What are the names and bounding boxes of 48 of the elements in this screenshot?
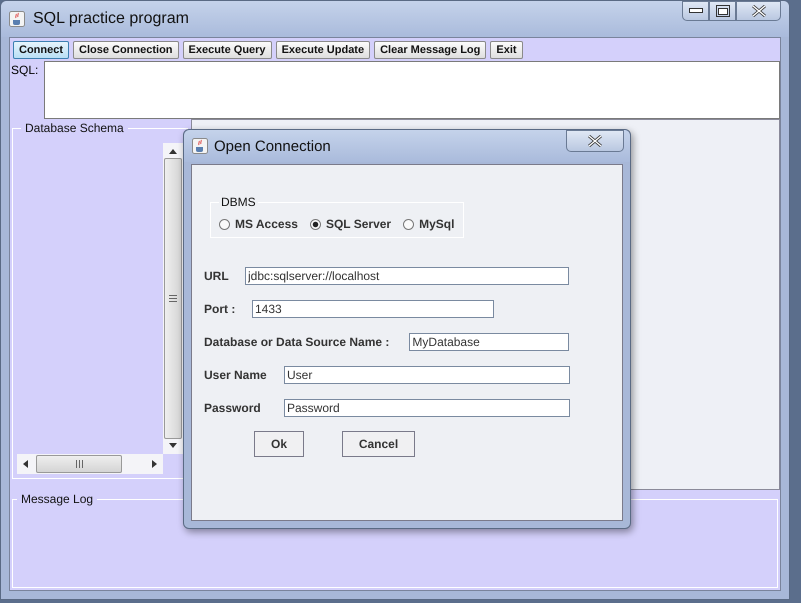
field-label: URL — [204, 269, 230, 283]
field-label: Port : — [204, 302, 236, 316]
minimize-button[interactable] — [682, 1, 709, 21]
horizontal-scrollbar[interactable] — [17, 454, 163, 474]
sql-label: SQL: — [10, 62, 40, 79]
right-arrow-icon — [152, 460, 157, 468]
scroll-thumb[interactable] — [164, 158, 182, 439]
grip-icon — [169, 295, 177, 302]
text-field[interactable]: MyDatabase — [409, 333, 570, 351]
text-field[interactable]: 1433 — [252, 300, 494, 318]
dialog-title: Open Connection — [214, 138, 331, 154]
radio-option[interactable]: MS Access — [219, 217, 298, 231]
close-icon — [587, 135, 603, 147]
field-label: Database or Data Source Name : — [204, 335, 390, 349]
maximize-icon — [716, 5, 730, 17]
grip-icon — [76, 460, 82, 468]
text-field[interactable]: Password — [284, 399, 570, 417]
maximize-button[interactable] — [709, 1, 736, 21]
toolbar-button[interactable]: Connect — [13, 41, 69, 59]
minimize-icon — [688, 8, 702, 14]
text-field[interactable]: jdbc:sqlserver://localhost — [245, 267, 569, 285]
close-button[interactable] — [566, 130, 624, 152]
vertical-scrollbar[interactable] — [163, 143, 183, 454]
field-label: User Name — [204, 368, 268, 382]
close-icon — [750, 5, 766, 17]
toolbar-button[interactable]: Close Connection — [73, 41, 179, 59]
radio-option[interactable]: SQL Server — [310, 217, 392, 231]
panel-title: Database Schema — [24, 121, 125, 135]
dialog-button[interactable]: Cancel — [342, 431, 415, 457]
radio-option[interactable]: MySql — [403, 217, 454, 231]
down-arrow-icon — [169, 443, 177, 448]
toolbar-button[interactable]: Clear Message Log — [374, 41, 486, 59]
left-arrow-icon — [23, 460, 28, 468]
coffee-cup-icon — [9, 11, 25, 27]
toolbar-button[interactable]: Exit — [490, 41, 523, 59]
sql-input-field[interactable] — [44, 61, 780, 119]
toolbar-button[interactable]: Execute Update — [276, 41, 370, 59]
group-title: DBMS — [220, 195, 257, 209]
panel-title: Message Log — [20, 492, 94, 506]
up-arrow-icon — [169, 149, 177, 154]
window-title: SQL practice program — [33, 10, 189, 28]
scroll-thumb[interactable] — [36, 455, 122, 473]
coffee-cup-icon — [192, 138, 208, 154]
toolbar-button[interactable]: Execute Query — [182, 41, 272, 59]
dialog-button[interactable]: Ok — [254, 431, 304, 457]
close-button[interactable] — [736, 1, 781, 21]
text-field[interactable]: User — [284, 366, 570, 384]
field-label: Password — [204, 401, 262, 415]
